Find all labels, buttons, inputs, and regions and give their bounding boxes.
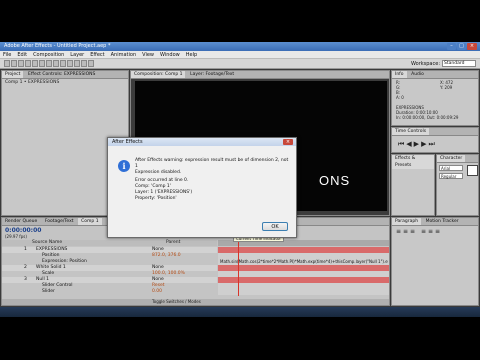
tab-project[interactable]: Project — [2, 71, 24, 78]
minimize-icon[interactable]: – — [447, 43, 456, 50]
menu-item[interactable]: Effect — [87, 51, 107, 59]
warning-dialog: After Effects × i After Effects warning:… — [107, 137, 297, 238]
layer-parent-value[interactable]: 0.00 — [152, 289, 162, 295]
dialog-titlebar: After Effects × — [108, 138, 296, 146]
error-property: Property: 'Position' — [135, 196, 177, 201]
menu-item[interactable]: Layer — [67, 51, 87, 59]
info-y: Y: 209 — [440, 85, 453, 90]
rotate-tool-icon[interactable] — [25, 60, 31, 67]
menu-item[interactable]: File — [0, 51, 14, 59]
tab-time-controls[interactable]: Time Controls — [392, 128, 430, 135]
app-window: Adobe After Effects - Untitled Project.a… — [0, 42, 480, 317]
zoom-tool-icon[interactable] — [18, 60, 24, 67]
effects-presets-panel: Effects & Presets — [391, 154, 435, 216]
workspace-selector[interactable]: Workspace: Standard — [411, 60, 476, 68]
menu-item[interactable]: View — [139, 51, 157, 59]
playhead[interactable] — [238, 240, 239, 296]
maximize-icon[interactable]: □ — [457, 43, 466, 50]
menu-item[interactable]: Edit — [14, 51, 30, 59]
layer-name: Slider — [42, 289, 55, 294]
dialog-title: After Effects — [112, 139, 143, 145]
paragraph-panel: Paragraph Motion Tracker ≡≡≡ ≡≡≡ — [391, 217, 479, 306]
info-tabs: Info Audio — [392, 71, 478, 79]
workspace-dropdown[interactable]: Standard — [442, 60, 476, 67]
project-tabs: Project Effect Controls: EXPRESSIONS — [2, 71, 128, 79]
character-tabs: Character — [437, 155, 478, 163]
message-line-2: Expression disabled. — [135, 170, 182, 175]
tab-layer[interactable]: Layer: Footage/Text — [187, 71, 237, 78]
tab-effects-presets[interactable]: Effects & Presets — [392, 155, 434, 169]
playback-controls[interactable]: ⏮◀▶▶⏭ — [398, 140, 437, 148]
letterbox-bottom — [0, 317, 480, 360]
text-tool-icon[interactable] — [60, 60, 66, 67]
window-title: Adobe After Effects - Untitled Project.a… — [4, 43, 111, 49]
font-family-dropdown[interactable]: Arial — [439, 165, 463, 171]
tab-composition[interactable]: Composition: Comp 1 — [131, 71, 186, 78]
tab-paragraph[interactable]: Paragraph — [392, 218, 422, 225]
brush-tool-icon[interactable] — [67, 60, 73, 67]
preview-tabs: Time Controls — [392, 128, 478, 136]
clone-tool-icon[interactable] — [74, 60, 80, 67]
paragraph-tabs: Paragraph Motion Tracker — [392, 218, 478, 226]
dialog-close-icon[interactable]: × — [283, 139, 293, 145]
font-style-dropdown[interactable]: Regular — [439, 173, 463, 179]
menu-item[interactable]: Window — [157, 51, 183, 59]
tab-render-queue[interactable]: Render Queue — [2, 218, 40, 225]
info-a: A: 0 — [396, 95, 404, 100]
expression-field[interactable]: Math.sin(Math.cos(2*time*2*Math.PI)*Math… — [220, 259, 388, 265]
toggle-switches-modes[interactable]: Toggle Switches / Modes — [152, 299, 201, 305]
menu-item[interactable]: Help — [183, 51, 200, 59]
info-xy: X: 472 Y: 209 — [440, 80, 453, 90]
frame-rate: (29.97 fps) — [5, 234, 27, 239]
preview-panel: Time Controls ⏮◀▶▶⏭ — [391, 127, 479, 153]
tab-comp-1[interactable]: Comp 1 — [78, 218, 102, 225]
layer-column-header: Source Name Parent — [2, 240, 217, 246]
info-rgba: R: G: B: A: 0 — [396, 80, 432, 100]
error-details: Error occurred at line 0. Comp: 'Comp 1'… — [135, 178, 290, 202]
layer-row[interactable]: Slider 0.00 — [2, 289, 217, 295]
info-icon: i — [118, 160, 130, 172]
hand-tool-icon[interactable] — [11, 60, 17, 67]
menu-item[interactable]: Animation — [108, 51, 140, 59]
selection-tool-icon[interactable] — [4, 60, 10, 67]
tab-footage-text[interactable]: Footage/Text — [42, 218, 77, 225]
tab-audio[interactable]: Audio — [408, 71, 427, 78]
info-in-out: In: 0:00:00:00, Out: 0:00:09:29 — [396, 115, 459, 120]
menu-item[interactable]: Composition — [30, 51, 67, 59]
tab-effect-controls[interactable]: Effect Controls: EXPRESSIONS — [25, 71, 98, 78]
close-icon[interactable]: × — [467, 43, 477, 50]
layer-duration-bar[interactable] — [218, 289, 389, 295]
tab-motion-tracker[interactable]: Motion Tracker — [423, 218, 462, 225]
eraser-tool-icon[interactable] — [81, 60, 87, 67]
canvas-text: ONS — [319, 173, 351, 188]
pan-behind-tool-icon[interactable] — [39, 60, 45, 67]
column-source-name: Source Name — [32, 240, 63, 245]
dialog-message: After Effects warning: expression result… — [135, 158, 290, 176]
character-panel: Character Arial Regular — [436, 154, 479, 216]
column-parent: Parent — [166, 240, 181, 245]
fill-color-swatch[interactable] — [467, 165, 478, 176]
message-line-1: After Effects warning: expression result… — [135, 158, 289, 169]
tools-toolbar: Workspace: Standard — [0, 59, 480, 69]
current-timecode[interactable]: 0:00:00:00 — [5, 227, 41, 234]
paragraph-align-icons[interactable]: ≡≡≡ ≡≡≡ — [396, 228, 442, 235]
puppet-tool-icon[interactable] — [88, 60, 94, 67]
mask-tool-icon[interactable] — [46, 60, 52, 67]
comp-tabs: Composition: Comp 1 Layer: Footage/Text — [131, 71, 389, 79]
effects-tabs: Effects & Presets — [392, 155, 434, 169]
menu-bar: File Edit Composition Layer Effect Animation V… — [0, 51, 480, 59]
effect-controls-breadcrumb: Comp 1 • EXPRESSIONS — [5, 80, 60, 85]
info-text: EXPRESSIONS Duration: 0:00:10:00 In: 0:0… — [396, 105, 458, 120]
timeline-footer: Toggle Switches / Modes — [2, 299, 389, 305]
tab-character[interactable]: Character — [437, 155, 466, 162]
pen-tool-icon[interactable] — [53, 60, 59, 67]
window-titlebar: Adobe After Effects - Untitled Project.a… — [0, 42, 480, 51]
ok-button[interactable]: OK — [262, 222, 288, 231]
camera-tool-icon[interactable] — [32, 60, 38, 67]
tab-info[interactable]: Info — [392, 71, 407, 78]
info-panel: Info Audio R: G: B: A: 0 X: 472 Y: 209 E… — [391, 70, 479, 126]
workspace-label: Workspace: — [410, 61, 440, 67]
taskbar — [0, 307, 480, 317]
letterbox-top — [0, 0, 480, 42]
